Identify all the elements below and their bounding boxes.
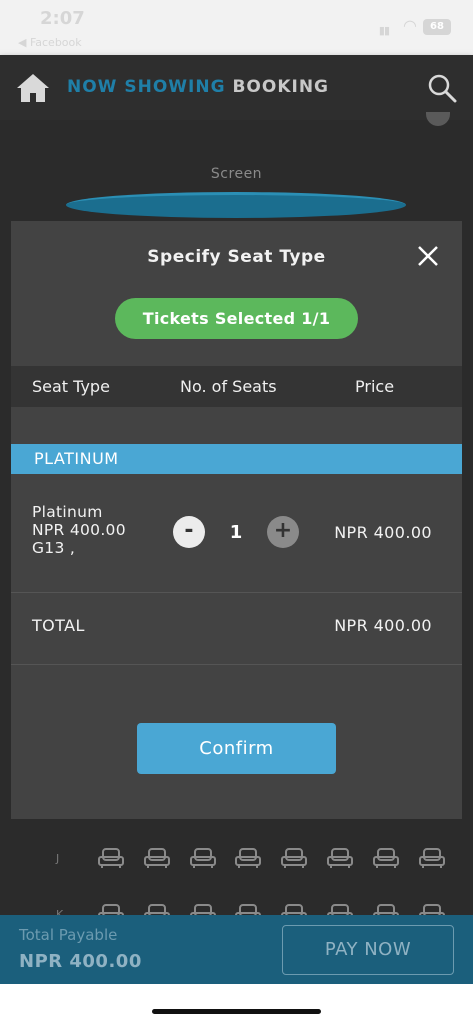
total-value: NPR 400.00 bbox=[334, 616, 432, 635]
seat-icon[interactable] bbox=[98, 848, 124, 868]
page-title: NOW SHOWING BOOKING bbox=[67, 77, 329, 97]
status-time: 2:07 bbox=[40, 8, 85, 29]
total-row: TOTAL NPR 400.00 bbox=[11, 594, 462, 665]
bottom-safe-area bbox=[0, 984, 473, 1024]
title-now-showing[interactable]: NOW SHOWING bbox=[67, 77, 226, 97]
row-label-j: J bbox=[56, 852, 60, 865]
table-header: Seat Type No. of Seats Price bbox=[11, 366, 462, 407]
quantity-value: 1 bbox=[229, 522, 243, 543]
home-icon[interactable] bbox=[16, 72, 50, 104]
scroll-handle[interactable] bbox=[426, 112, 450, 126]
col-seat-type: Seat Type bbox=[32, 377, 110, 396]
seat-icon[interactable] bbox=[235, 848, 262, 868]
close-icon[interactable] bbox=[415, 243, 441, 269]
seat-icon[interactable] bbox=[189, 848, 216, 868]
seat-info: Platinum NPR 400.00 G13 , bbox=[32, 503, 126, 557]
seat-icon[interactable] bbox=[143, 848, 170, 868]
section-label: PLATINUM bbox=[34, 449, 119, 468]
table-row: Platinum NPR 400.00 G13 , - 1 + NPR 400.… bbox=[11, 475, 462, 593]
total-payable-label: Total Payable bbox=[19, 926, 118, 944]
pay-bar: Total Payable NPR 400.00 PAY NOW bbox=[0, 915, 473, 984]
pay-now-button[interactable]: PAY NOW bbox=[282, 925, 454, 975]
section-header-platinum: PLATINUM bbox=[11, 444, 462, 474]
battery-icon: 68 bbox=[423, 19, 451, 35]
seat-icon[interactable] bbox=[418, 848, 445, 868]
app-header: NOW SHOWING BOOKING bbox=[0, 55, 473, 120]
row-price: NPR 400.00 bbox=[334, 523, 432, 542]
seat-icon[interactable] bbox=[327, 848, 353, 868]
screen-arc bbox=[66, 192, 406, 218]
seat-icon[interactable] bbox=[372, 848, 399, 868]
back-to-app-link[interactable]: ◀ Facebook bbox=[18, 36, 82, 49]
signal-icon: ▮▮ bbox=[378, 24, 390, 37]
tickets-selected-badge: Tickets Selected 1/1 bbox=[115, 298, 358, 339]
title-booking[interactable]: BOOKING bbox=[232, 77, 329, 97]
col-no-of-seats: No. of Seats bbox=[180, 377, 277, 396]
seat-type-modal: Specify Seat Type Tickets Selected 1/1 S… bbox=[11, 221, 462, 819]
seat-type-name: Platinum bbox=[32, 503, 103, 521]
col-price: Price bbox=[355, 377, 395, 396]
home-indicator[interactable] bbox=[152, 1009, 321, 1014]
modal-title: Specify Seat Type bbox=[147, 247, 326, 267]
wifi-icon: ◠ bbox=[403, 16, 417, 35]
decrease-button[interactable]: - bbox=[173, 516, 205, 548]
seat-numbers: G13 , bbox=[32, 539, 76, 557]
search-icon[interactable] bbox=[427, 73, 457, 103]
seat-unit-price: NPR 400.00 bbox=[32, 521, 126, 539]
screen-label: Screen bbox=[210, 166, 263, 182]
status-bar: 2:07 ◀ Facebook ▮▮ ◠ 68 bbox=[0, 0, 473, 55]
seat-icon[interactable] bbox=[281, 848, 308, 868]
total-label: TOTAL bbox=[32, 616, 85, 635]
total-payable-amount: NPR 400.00 bbox=[19, 951, 142, 972]
confirm-button[interactable]: Confirm bbox=[137, 723, 336, 774]
increase-button[interactable]: + bbox=[267, 516, 299, 548]
